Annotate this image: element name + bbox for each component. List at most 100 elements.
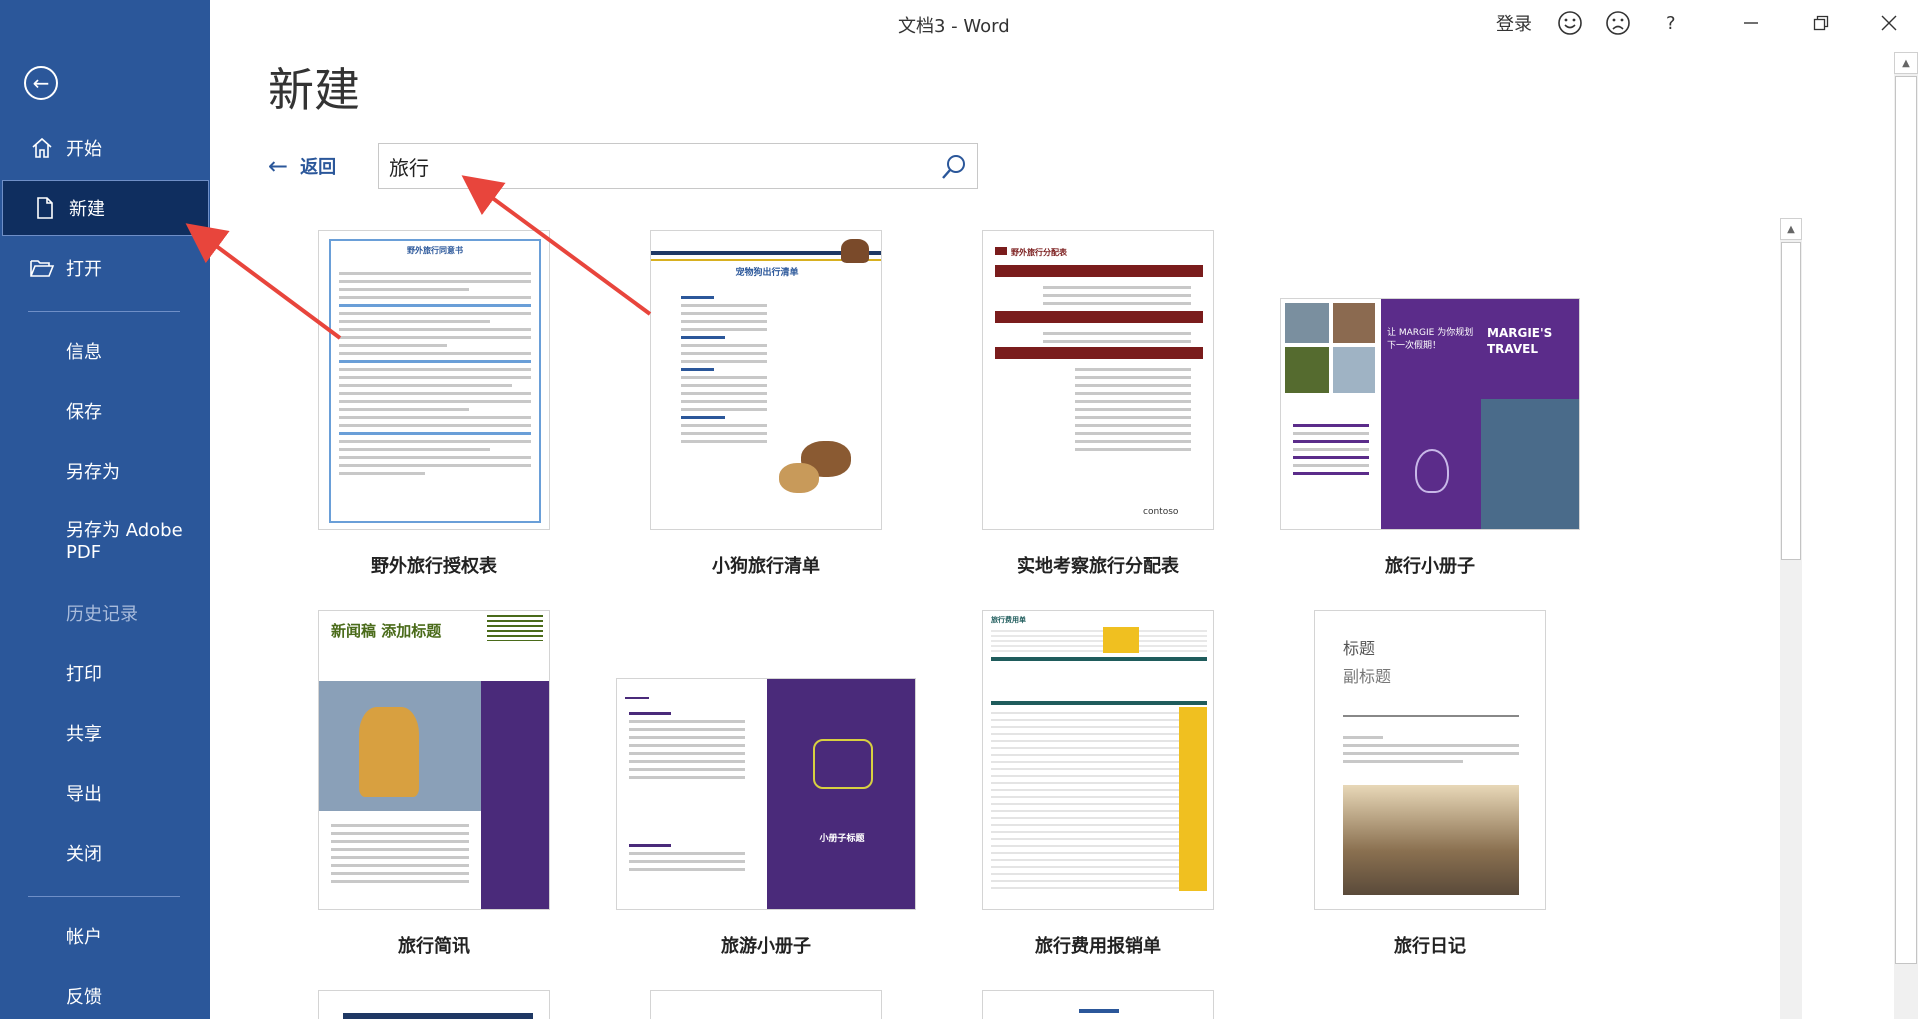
nav-save-label: 保存 [66,402,102,423]
template-card-label: 旅行简讯 [398,936,470,957]
frown-icon [1606,11,1630,35]
template-card-label: 旅行日记 [1394,936,1466,957]
restore-icon [1813,15,1829,31]
template-card-partial[interactable] [318,990,550,1019]
template-thumbnail: 野外旅行同意书 [318,230,550,530]
title-bar: 文档3 - Word 登录 ? [210,0,1920,46]
help-button[interactable]: ? [1666,10,1676,36]
return-link[interactable]: ← 返回 [268,152,336,180]
back-button[interactable]: ← [24,66,58,100]
close-window-button[interactable] [1874,10,1904,36]
nav-save-as[interactable]: 另存为 [0,443,210,499]
backstage-sidebar: ← 开始 新建 打开 信息 保存 另存为 另存为 Adobe PDF 历史记录 … [0,0,210,1019]
nav-account-label: 帐户 [66,927,102,948]
folder-open-icon [28,257,56,279]
thumb-title: 新闻稿 添加标题 [331,622,442,640]
template-card-travel-brochure[interactable]: 让 MARGIE 为你规划下一次假期！ MARGIE'S TRAVEL 旅行小册… [1280,298,1580,586]
smile-icon [1558,11,1582,35]
template-thumbnail: 旅行费用单 [982,610,1214,910]
nav-share[interactable]: 共享 [0,705,210,761]
search-button[interactable] [939,152,969,182]
camper-van-icon [813,739,873,789]
page-scrollbar[interactable]: ▲ [1894,52,1918,1019]
minimize-icon [1744,22,1758,24]
template-thumbnail [650,990,882,1019]
nav-home[interactable]: 开始 [0,120,210,176]
nav-open[interactable]: 打开 [0,240,210,296]
smile-feedback-button[interactable] [1556,10,1584,36]
template-thumbnail: 小册子标题 [616,678,916,910]
template-thumbnail: 野外旅行分配表 contoso [982,230,1214,530]
thumb-title: 野外旅行分配表 [1011,248,1067,257]
template-card-label: 旅游小册子 [721,936,811,957]
thumb-brand: MARGIE'S TRAVEL [1487,326,1553,356]
nav-history: 历史记录 [0,585,210,641]
template-card-label: 小狗旅行清单 [712,556,820,577]
nav-close[interactable]: 关闭 [0,825,210,881]
template-thumbnail [982,990,1214,1019]
nav-info-label: 信息 [66,342,102,363]
dog-illustration-icon [779,463,819,493]
nav-share-label: 共享 [66,724,102,745]
template-card-label: 实地考察旅行分配表 [1017,556,1179,577]
restore-button[interactable] [1806,10,1836,36]
sidebar-divider [28,311,180,312]
nav-info[interactable]: 信息 [0,323,210,379]
template-thumbnail [318,990,550,1019]
thumb-title: 旅行费用单 [991,616,1026,624]
nav-feedback[interactable]: 反馈 [0,968,210,1019]
template-card-label: 旅行费用报销单 [1035,936,1161,957]
hot-air-balloon-icon [1415,449,1449,493]
page-scrollbar-thumb[interactable] [1895,76,1917,964]
template-card-partial[interactable] [650,990,882,1019]
template-gallery: 野外旅行同意书 野外旅行授权表 宠物狗出行清单 小狗旅行清单 野外旅行分配表 c… [210,220,1800,1019]
nav-new[interactable]: 新建 [2,180,209,236]
template-card-field-trip-assignment[interactable]: 野外旅行分配表 contoso 实地考察旅行分配表 [982,230,1214,586]
home-icon [28,136,56,160]
back-arrow-icon: ← [268,152,289,180]
bus-icon [995,247,1007,255]
frown-feedback-button[interactable] [1604,10,1632,36]
nav-new-label: 新建 [69,199,105,220]
nav-save-as-pdf[interactable]: 另存为 Adobe PDF [0,512,190,572]
template-card-puppy-travel-checklist[interactable]: 宠物狗出行清单 小狗旅行清单 [650,230,882,586]
template-card-field-trip-permission[interactable]: 野外旅行同意书 野外旅行授权表 [318,230,550,586]
template-thumbnail: 新闻稿 添加标题 [318,610,550,910]
nav-home-label: 开始 [66,139,102,160]
template-card-travel-newsletter[interactable]: 新闻稿 添加标题 旅行简讯 [318,610,550,966]
nav-open-label: 打开 [66,259,102,280]
nav-close-label: 关闭 [66,844,102,865]
return-label: 返回 [300,157,337,178]
template-thumbnail: 宠物狗出行清单 [650,230,882,530]
minimize-button[interactable] [1736,10,1766,36]
dog-illustration-icon [841,239,869,263]
thumb-subtitle: 副标题 [1343,667,1392,686]
template-card-travel-journal[interactable]: 标题 副标题 旅行日记 [1314,610,1546,966]
template-card-partial[interactable] [982,990,1214,1019]
new-document-icon [31,196,59,220]
nav-history-label: 历史记录 [66,604,138,625]
template-card-tour-brochure[interactable]: 小册子标题 旅游小册子 [616,678,916,966]
template-search-box [378,143,978,189]
template-search-input[interactable] [389,150,929,182]
scroll-up-arrow-icon[interactable]: ▲ [1780,218,1802,240]
search-icon [942,155,965,179]
back-arrow-icon: ← [32,71,50,95]
template-card-label: 野外旅行授权表 [371,556,497,577]
nav-save-as-pdf-label: 另存为 Adobe PDF [66,520,183,563]
nav-save[interactable]: 保存 [0,383,210,439]
template-thumbnail: 标题 副标题 [1314,610,1546,910]
gallery-scrollbar[interactable]: ▲ [1780,218,1802,1019]
nav-export-label: 导出 [66,784,102,805]
gallery-scrollbar-thumb[interactable] [1781,242,1801,560]
window-title: 文档3 - Word [898,16,1010,37]
template-card-label: 旅行小册子 [1385,556,1475,577]
nav-export[interactable]: 导出 [0,765,210,821]
signin-button[interactable]: 登录 [1496,10,1532,36]
nav-print-label: 打印 [66,664,102,685]
scroll-up-arrow-icon[interactable]: ▲ [1894,52,1918,74]
template-card-travel-expense-report[interactable]: 旅行费用单 旅行费用报销单 [982,610,1214,966]
template-thumbnail: 让 MARGIE 为你规划下一次假期！ MARGIE'S TRAVEL [1280,298,1580,530]
nav-print[interactable]: 打印 [0,645,210,701]
nav-account[interactable]: 帐户 [0,908,210,964]
